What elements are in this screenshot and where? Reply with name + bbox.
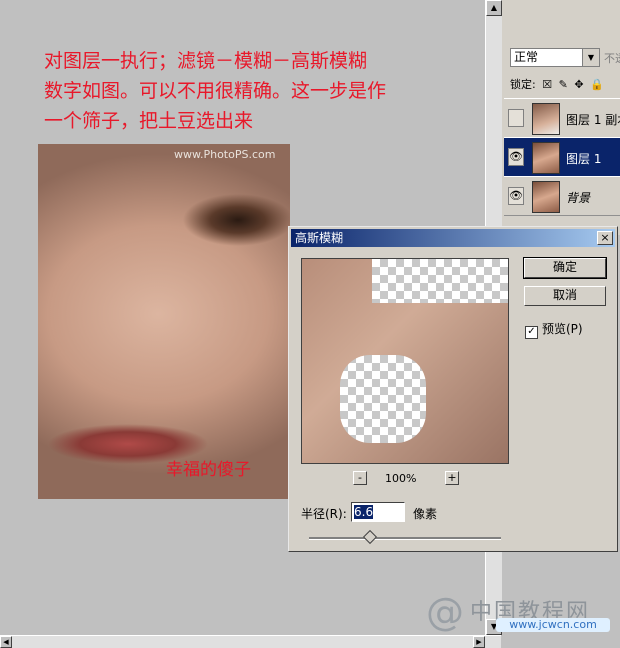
layer-name: 图层 1 [566, 152, 602, 166]
lock-brush-icon[interactable]: ✎ [559, 78, 568, 91]
lock-transparent-icon[interactable]: ☒ [542, 78, 552, 91]
site-url: www.jcwcn.com [496, 618, 610, 632]
close-icon[interactable]: × [597, 231, 613, 245]
eye-icon[interactable]: 👁 [508, 148, 524, 166]
zoom-level: 100% [385, 472, 417, 485]
eye-icon[interactable]: 👁 [508, 187, 524, 205]
layer-thumbnail [532, 142, 560, 174]
radius-slider-thumb[interactable] [362, 529, 378, 545]
checkbox-check-icon[interactable]: ✓ [525, 326, 538, 339]
preview-label: 预览(P) [542, 322, 583, 336]
opacity-label: 不透 [604, 52, 620, 65]
instruction-line-3: 一个筛子，把土豆选出来 [44, 110, 254, 132]
radius-label: 半径(R): [301, 507, 347, 521]
layer-row[interactable]: 👁 图层 1 [504, 137, 620, 177]
dialog-titlebar[interactable]: 高斯模糊 × [291, 229, 615, 247]
site-logo: @ 中国教程网 www.jcwcn.com [426, 588, 620, 638]
instruction-line-1: 对图层一执行；滤镜－模糊－高斯模糊 [44, 50, 368, 72]
scroll-up-arrow-icon[interactable]: ▲ [486, 0, 502, 16]
face-photo [38, 144, 290, 499]
lock-all-icon[interactable]: 🔒 [590, 78, 604, 91]
dialog-title: 高斯模糊 [295, 231, 344, 245]
zoom-in-button[interactable]: + [445, 471, 459, 485]
transparency-checker [340, 355, 426, 443]
blur-preview[interactable] [301, 258, 509, 464]
tutorial-instructions: 对图层一执行；滤镜－模糊－高斯模糊 数字如图。可以不用很精确。这一步是作 一个筛… [44, 46, 386, 136]
layer-row[interactable]: 👁 背景 [504, 176, 620, 216]
blend-mode-value: 正常 [514, 50, 539, 64]
ok-button[interactable]: 确定 [523, 257, 607, 279]
lock-label: 锁定: [510, 78, 536, 91]
radius-input[interactable]: 6.6 [351, 502, 405, 522]
zoom-out-button[interactable]: - [353, 471, 367, 485]
transparency-checker [372, 259, 508, 303]
radius-slider-track[interactable] [309, 537, 501, 540]
layers-panel: 正常 ▼ 不透 锁定: ☒ ✎ ✥ 🔒 图层 1 副本 👁 图层 1 👁 背景 [502, 0, 620, 235]
cancel-button[interactable]: 取消 [524, 286, 606, 306]
layer-name: 背景 [566, 191, 591, 205]
preview-checkbox[interactable]: ✓ 预览(P) [525, 320, 583, 339]
lock-move-icon[interactable]: ✥ [574, 78, 583, 91]
instruction-line-2: 数字如图。可以不用很精确。这一步是作 [44, 80, 387, 102]
layer-thumbnail [532, 181, 560, 213]
layer-name: 图层 1 副本 [566, 113, 620, 127]
layer-thumbnail [532, 103, 560, 135]
blend-mode-select[interactable]: 正常 ▼ [510, 48, 600, 67]
layer-row[interactable]: 图层 1 副本 [504, 98, 620, 138]
radius-value: 6.6 [354, 505, 374, 519]
photo-watermark: www.PhotoPS.com [174, 148, 276, 161]
at-icon: @ [426, 590, 464, 634]
visibility-toggle[interactable] [508, 109, 524, 127]
lock-row: 锁定: ☒ ✎ ✥ 🔒 [510, 76, 604, 92]
gaussian-blur-dialog: 高斯模糊 × - 100% + 确定 取消 ✓ 预览(P) 半径(R): 6.6 … [288, 226, 618, 552]
chevron-down-icon[interactable]: ▼ [582, 49, 599, 66]
radius-unit: 像素 [413, 507, 438, 521]
scroll-left-arrow-icon[interactable]: ◀ [0, 636, 12, 648]
photo-signature: 幸福的傻子 [166, 460, 251, 480]
